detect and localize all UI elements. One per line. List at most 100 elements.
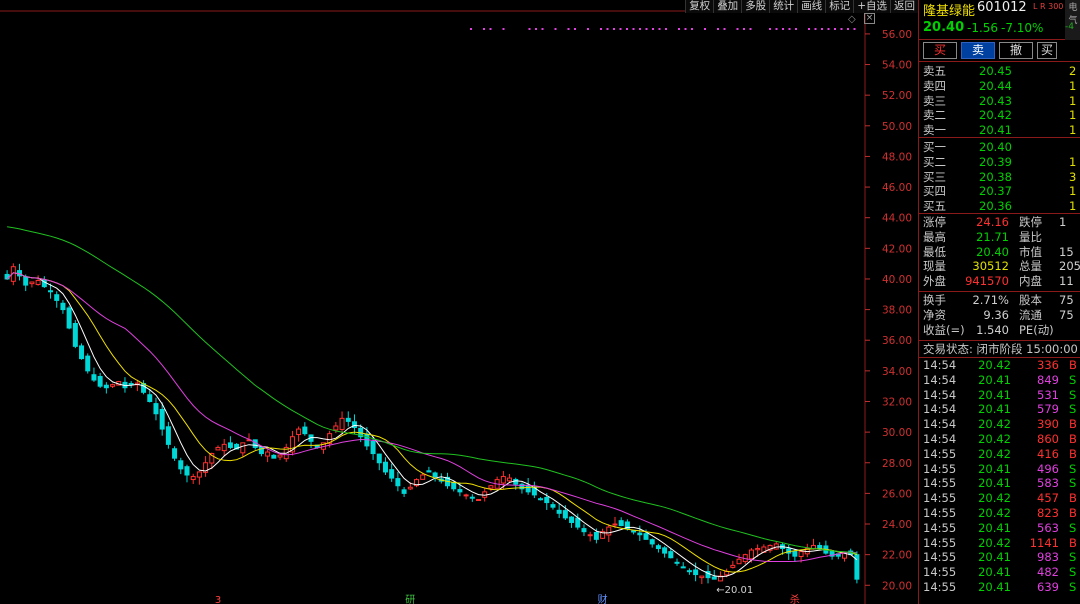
bids-label: 买五 <box>923 199 946 214</box>
candle-body <box>569 516 575 523</box>
signal-dot <box>626 28 628 30</box>
bids-volume: 1 <box>1069 154 1077 169</box>
toolbar-button-3[interactable]: 统计 <box>769 0 798 13</box>
sector-tab[interactable]: 电气 <box>1065 0 1080 40</box>
buy-button[interactable]: 买 <box>923 42 957 59</box>
asks-price: 20.45 <box>979 64 1012 78</box>
signal-dot <box>684 28 687 30</box>
tick-row: 14:55 20.41 563 S <box>919 521 1080 536</box>
candle-body <box>227 442 233 448</box>
toolbar-button-5[interactable]: 标记 <box>825 0 854 13</box>
diamond-icon[interactable]: ◇ <box>848 14 856 25</box>
bids-row[interactable]: 买四 20.37 1 <box>919 184 1080 199</box>
asks-row[interactable]: 卖一 20.41 1 <box>919 123 1080 138</box>
tick-volume: 457 <box>1037 491 1059 506</box>
tick-list[interactable]: 14:54 20.42 336 B 14:54 20.41 849 S 14:54 20.41 53… <box>919 358 1080 595</box>
quote-panel: 隆基绿能 601012 L R 300 电气 -4 20.40 -1.56 -7… <box>918 0 1080 604</box>
tick-time: 14:55 <box>923 550 957 565</box>
tick-row: 14:55 20.41 983 S <box>919 550 1080 565</box>
signal-dot <box>645 28 648 30</box>
candle-body <box>556 509 562 514</box>
asks-price: 20.43 <box>979 93 1012 108</box>
price-stats: 涨停 24.16 跌停 1 最高 21.71 量比 最低 20.40 市值 15 现量 30512 总量 2… <box>919 214 1080 292</box>
tick-row: 14:54 20.41 531 S <box>919 388 1080 403</box>
tick-side: B <box>1069 417 1077 432</box>
tick-time: 14:54 <box>923 387 957 402</box>
tick-row: 14:55 20.42 416 B <box>919 447 1080 462</box>
candle-body <box>730 564 736 568</box>
asks-row[interactable]: 卖四 20.44 1 <box>919 79 1080 94</box>
signal-dot <box>814 28 817 30</box>
toolbar-button-6[interactable]: +自选 <box>853 0 890 13</box>
signal-dot <box>587 28 589 30</box>
toolbar-button-4[interactable]: 画线 <box>797 0 826 13</box>
tick-time: 14:55 <box>923 446 957 461</box>
bids-label: 买一 <box>923 140 946 154</box>
y-tick-label: 44.00 <box>882 213 912 225</box>
asks-row[interactable]: 卖二 20.42 1 <box>919 108 1080 123</box>
tick-volume: 563 <box>1037 520 1059 535</box>
tick-time: 14:54 <box>923 402 957 417</box>
tick-price: 20.42 <box>978 358 1011 372</box>
kline-chart-area[interactable]: 56.00 54.00 52.00 50.00 48.00 46.00 44.00 42.00… <box>0 0 918 604</box>
tick-volume: 531 <box>1037 387 1059 402</box>
y-tick-label: 36.00 <box>882 335 912 347</box>
asks-row[interactable]: 卖三 20.43 1 <box>919 94 1080 109</box>
stat-label: 净资 <box>923 307 946 322</box>
candle-body <box>711 576 717 580</box>
tick-time: 14:55 <box>923 535 957 550</box>
signal-dot <box>489 28 492 30</box>
event-marker[interactable]: 研 <box>405 594 415 604</box>
toolbar-button-2[interactable]: 多股 <box>741 0 770 13</box>
tick-side: B <box>1069 446 1077 461</box>
bids-row[interactable]: 买二 20.39 1 <box>919 155 1080 170</box>
bids-row[interactable]: 买一 20.40 <box>919 140 1080 155</box>
stat-label: 量比 <box>1019 229 1042 244</box>
cancel-button[interactable]: 撤 <box>999 42 1033 59</box>
candle-body <box>103 384 109 389</box>
candle-body <box>469 496 475 499</box>
event-marker[interactable]: 杀 <box>790 593 800 604</box>
candle-body <box>370 440 376 455</box>
signal-dot <box>639 28 641 30</box>
sell-button[interactable]: 卖 <box>961 42 995 59</box>
signal-dot <box>795 28 797 30</box>
candle-body <box>339 417 345 430</box>
signal-dot <box>567 28 570 30</box>
tick-row: 14:54 20.42 336 B <box>919 358 1080 373</box>
candle-body <box>79 345 85 360</box>
signal-dot <box>782 28 784 30</box>
kline-chart[interactable]: 56.00 54.00 52.00 50.00 48.00 46.00 44.00 42.00… <box>0 0 918 604</box>
toolbar-button-1[interactable]: 叠加 <box>713 0 742 13</box>
event-marker[interactable]: 财 <box>598 593 608 604</box>
candle-body <box>91 374 97 381</box>
signal-dot <box>613 28 615 30</box>
tick-time: 14:55 <box>923 579 957 594</box>
asks-row[interactable]: 卖五 20.45 2 <box>919 64 1080 79</box>
tick-time: 14:55 <box>923 520 957 535</box>
toolbar-button-0[interactable]: 复权 <box>685 0 714 13</box>
stock-name[interactable]: 隆基绿能 <box>923 0 975 19</box>
y-tick-label: 20.00 <box>882 580 912 592</box>
bids-row[interactable]: 买五 20.36 1 <box>919 199 1080 214</box>
tick-row: 14:54 20.42 860 B <box>919 432 1080 447</box>
tick-volume: 1141 <box>1029 535 1059 550</box>
tick-time: 14:55 <box>923 461 957 476</box>
event-marker[interactable]: 3 <box>215 595 221 604</box>
order-book-asks: 卖五 20.45 2 卖四 20.44 1 卖三 20.43 1 卖二 20.42 1 卖一 20.41 1 <box>919 62 1080 138</box>
stat-label: 流通 <box>1019 307 1042 322</box>
close-icon[interactable]: × <box>864 13 875 24</box>
bids-volume: 1 <box>1069 199 1077 214</box>
price-change-percent: -7.10% <box>1001 21 1044 35</box>
bids-label: 买二 <box>923 154 946 169</box>
tick-time: 14:54 <box>923 431 957 446</box>
bids-row[interactable]: 买三 20.38 3 <box>919 170 1080 185</box>
tick-price: 20.41 <box>978 387 1011 402</box>
tick-price: 20.41 <box>978 520 1011 535</box>
tick-price: 20.41 <box>978 372 1011 387</box>
ma60-line <box>7 226 857 554</box>
more-button[interactable]: 买 <box>1037 42 1057 59</box>
stat-value: 75 <box>1059 307 1074 322</box>
y-tick-label: 40.00 <box>882 274 912 286</box>
toolbar-button-7[interactable]: 返回 <box>890 0 918 13</box>
